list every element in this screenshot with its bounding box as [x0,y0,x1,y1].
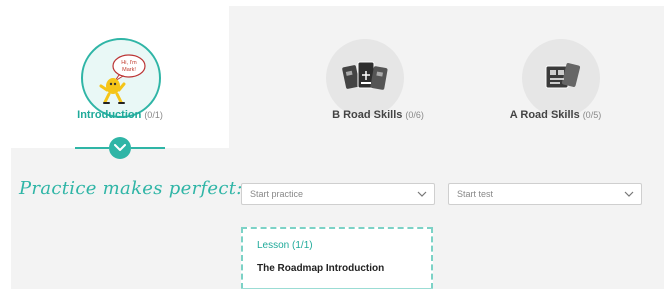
bubble-line-2: Mark! [122,67,136,73]
indicator-line-right [131,147,165,149]
indicator-line-left [75,147,109,149]
tab-label: Introduction (0/1) [11,109,229,121]
bubble-line-1: Hi, I'm [121,60,137,66]
mascot-speech-bubble-icon: Hi, I'm Mark! [81,38,161,118]
tab-a-road-skills[interactable]: A Road Skills (0/5) [447,6,664,148]
chevron-down-icon [624,191,634,197]
active-tab-indicator [75,137,165,159]
road-cards-icon [522,39,600,117]
tab-title: A Road Skills [509,109,580,121]
tab-count: (0/6) [405,110,424,120]
collapse-toggle-button[interactable] [109,137,131,159]
tab-label: A Road Skills (0/5) [447,109,664,121]
select-value: Start test [457,189,494,199]
tab-count: (0/5) [582,110,602,120]
lesson-card[interactable]: Lesson (1/1) The Roadmap Introduction [241,227,433,289]
chevron-down-icon [114,144,126,151]
select-value: Start practice [250,189,304,199]
road-cards-icon [326,39,404,117]
tab-count: (0/1) [144,110,163,120]
tab-introduction[interactable]: Hi, I'm Mark! Introduction (0/1) [11,6,229,148]
course-panel: Hi, I'm Mark! Introduction (0/1) B Road … [11,6,664,289]
tab-title: B Road Skills [332,109,403,121]
lesson-header: Lesson (1/1) [257,240,313,251]
start-test-select[interactable]: Start test [448,183,642,205]
tab-b-road-skills[interactable]: B Road Skills (0/6) [229,6,447,148]
practice-heading: Practice makes perfect: [19,178,243,199]
section-tabs: Hi, I'm Mark! Introduction (0/1) B Road … [11,6,664,148]
tab-title: Introduction [77,109,142,121]
lesson-title: The Roadmap Introduction [257,263,385,274]
chevron-down-icon [417,191,427,197]
start-practice-select[interactable]: Start practice [241,183,435,205]
